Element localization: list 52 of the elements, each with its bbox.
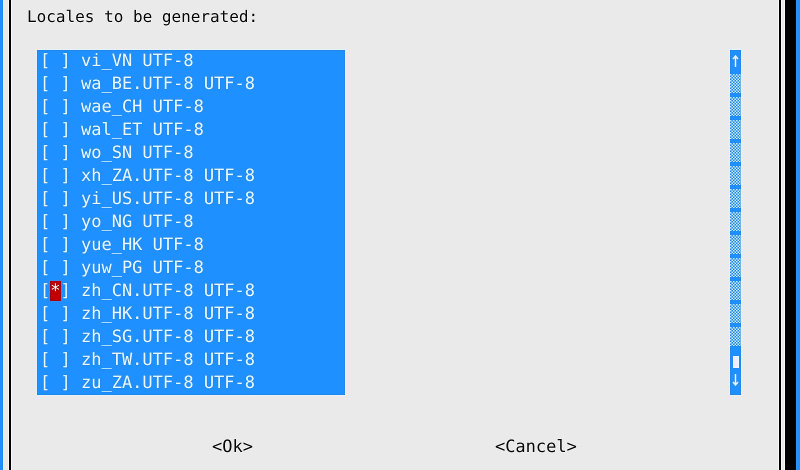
arrow-down-icon[interactable] <box>732 374 739 386</box>
locale-item[interactable]: [ ] wa_BE.UTF-8 UTF-8 <box>40 73 345 96</box>
locale-label: wae_CH UTF-8 <box>81 96 204 119</box>
locale-item[interactable]: [ ] vi_VN UTF-8 <box>40 50 345 73</box>
checkbox[interactable]: [*] <box>40 280 71 303</box>
locale-label: yo_NG UTF-8 <box>81 211 194 234</box>
locale-label: zh_SG.UTF-8 UTF-8 <box>81 326 255 349</box>
checkbox[interactable]: [ ] <box>40 372 71 395</box>
locale-item[interactable]: [ ] zh_SG.UTF-8 UTF-8 <box>40 326 345 349</box>
checkbox[interactable]: [ ] <box>40 119 71 142</box>
checkbox[interactable]: [ ] <box>40 50 71 73</box>
locale-label: wo_SN UTF-8 <box>81 142 194 165</box>
locale-item[interactable]: [ ] wo_SN UTF-8 <box>40 142 345 165</box>
locale-label: vi_VN UTF-8 <box>81 50 194 73</box>
locale-item[interactable]: [ ] xh_ZA.UTF-8 UTF-8 <box>40 165 345 188</box>
dialog-button[interactable]: <Cancel> <box>494 437 577 457</box>
locale-label: wal_ET UTF-8 <box>81 119 204 142</box>
locale-label: zh_TW.UTF-8 UTF-8 <box>81 349 255 372</box>
checkbox[interactable]: [ ] <box>40 142 71 165</box>
checkbox[interactable]: [ ] <box>40 234 71 257</box>
checkbox[interactable]: [ ] <box>40 188 71 211</box>
dialog-prompt: Locales to be generated: <box>27 6 260 28</box>
locale-item[interactable]: [ ] zh_TW.UTF-8 UTF-8 <box>40 349 345 372</box>
scrollbar[interactable] <box>730 50 741 395</box>
dialog-button[interactable]: <Ok> <box>212 437 253 457</box>
locale-label: wa_BE.UTF-8 UTF-8 <box>81 73 255 96</box>
checkbox[interactable]: [ ] <box>40 211 71 234</box>
checkbox[interactable]: [ ] <box>40 73 71 96</box>
locale-item[interactable]: [*] zh_CN.UTF-8 UTF-8 <box>40 280 345 303</box>
locale-label: yue_HK UTF-8 <box>81 234 204 257</box>
locale-item[interactable]: [ ] yue_HK UTF-8 <box>40 234 345 257</box>
locale-item[interactable]: [ ] zu_ZA.UTF-8 UTF-8 <box>40 372 345 395</box>
locale-item[interactable]: [ ] wae_CH UTF-8 <box>40 96 345 119</box>
locale-item[interactable]: [ ] wal_ET UTF-8 <box>40 119 345 142</box>
locale-label: yuw_PG UTF-8 <box>81 257 204 280</box>
arrow-up-icon[interactable] <box>732 55 739 67</box>
locale-item[interactable]: [ ] zh_HK.UTF-8 UTF-8 <box>40 303 345 326</box>
locale-item[interactable]: [ ] yo_NG UTF-8 <box>40 211 345 234</box>
checkbox[interactable]: [ ] <box>40 96 71 119</box>
locale-item[interactable]: [ ] yuw_PG UTF-8 <box>40 257 345 280</box>
locale-label: zu_ZA.UTF-8 UTF-8 <box>81 372 255 395</box>
checkbox[interactable]: [ ] <box>40 165 71 188</box>
locale-item[interactable]: [ ] yi_US.UTF-8 UTF-8 <box>40 188 345 211</box>
locale-label: zh_HK.UTF-8 UTF-8 <box>81 303 255 326</box>
locale-label: xh_ZA.UTF-8 UTF-8 <box>81 165 255 188</box>
locale-label: yi_US.UTF-8 UTF-8 <box>81 188 255 211</box>
checkbox[interactable]: [ ] <box>40 326 71 349</box>
locale-label: zh_CN.UTF-8 UTF-8 <box>81 280 255 303</box>
checkbox[interactable]: [ ] <box>40 303 71 326</box>
checkbox[interactable]: [ ] <box>40 257 71 280</box>
checkbox[interactable]: [ ] <box>40 349 71 372</box>
scrollbar-thumb[interactable] <box>732 356 738 368</box>
